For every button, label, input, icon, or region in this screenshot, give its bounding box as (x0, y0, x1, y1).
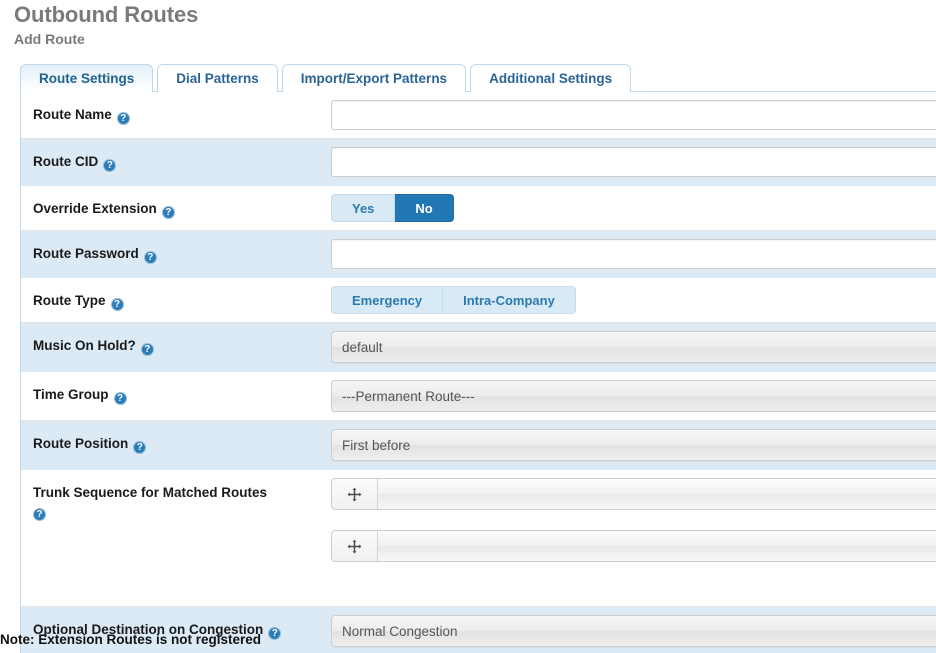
label-music-on-hold: Music On Hold?? (21, 323, 331, 366)
row-time-group: Time Group? ---Permanent Route--- (21, 372, 936, 421)
registration-note: Note: Extension Routes is not registered (0, 632, 262, 647)
trunk-sequence-select[interactable] (378, 479, 936, 509)
row-music-on-hold: Music On Hold?? default (21, 323, 936, 372)
label-text: Override Extension (33, 201, 157, 216)
tab-import-export-patterns[interactable]: Import/Export Patterns (281, 64, 467, 92)
label-route-password: Route Password? (21, 231, 331, 274)
label-route-type: Route Type? (21, 278, 331, 321)
label-text: Route CID (33, 154, 99, 169)
help-icon[interactable]: ? (110, 298, 124, 311)
route-name-input[interactable] (331, 100, 936, 130)
route-cid-input[interactable] (331, 147, 936, 177)
help-icon[interactable]: ? (161, 206, 175, 219)
help-icon[interactable]: ? (268, 627, 282, 640)
optional-destination-select[interactable]: Normal Congestion (331, 615, 936, 647)
label-text: Route Name (33, 107, 112, 122)
trunk-sequence-select[interactable] (378, 531, 936, 561)
tab-bar: Route Settings Dial Patterns Import/Expo… (20, 62, 936, 92)
help-icon[interactable]: ? (116, 112, 130, 125)
route-password-input[interactable] (331, 239, 936, 269)
time-group-select[interactable]: ---Permanent Route--- (331, 380, 936, 412)
control-route-name (331, 92, 936, 138)
page-subtitle: Add Route (14, 31, 85, 47)
tab-label: Dial Patterns (176, 71, 259, 86)
select-value: Normal Congestion (342, 623, 458, 639)
row-route-name: Route Name? (21, 92, 936, 139)
help-icon[interactable]: ? (133, 441, 147, 454)
music-on-hold-select[interactable]: default (331, 331, 936, 363)
route-type-emergency[interactable]: Emergency (331, 286, 444, 314)
label-text: Route Password (33, 246, 139, 261)
move-icon[interactable] (332, 479, 378, 509)
route-position-select[interactable]: First before (331, 429, 936, 461)
label-trunk-sequence: Trunk Sequence for Matched Routes ? (21, 470, 331, 531)
help-icon[interactable]: ? (143, 251, 157, 264)
control-override-extension: Yes No (331, 186, 936, 230)
trunk-sequence-row (331, 530, 936, 562)
tab-label: Import/Export Patterns (300, 71, 448, 86)
page-title: Outbound Routes (14, 2, 199, 27)
override-extension-toggle: Yes No (331, 194, 454, 222)
tab-additional-settings[interactable]: Additional Settings (470, 64, 632, 92)
control-time-group: ---Permanent Route--- (331, 372, 936, 420)
trunk-sequence-row (331, 478, 936, 510)
select-value: First before (342, 437, 411, 453)
label-text: Music On Hold? (33, 338, 136, 353)
control-optional-destination: Normal Congestion (331, 607, 936, 653)
route-type-intra-company[interactable]: Intra-Company (443, 286, 576, 314)
label-text: Time Group (33, 387, 109, 402)
help-icon[interactable]: ? (103, 159, 117, 172)
select-value: ---Permanent Route--- (342, 388, 475, 404)
select-value: default (342, 339, 383, 355)
label-text: Trunk Sequence for Matched Routes (33, 485, 268, 500)
control-route-type: Emergency Intra-Company (331, 278, 936, 322)
row-route-cid: Route CID? (21, 139, 936, 186)
control-music-on-hold: default (331, 323, 936, 371)
label-text: Route Type (33, 293, 106, 308)
help-icon[interactable]: ? (140, 343, 154, 356)
row-trunk-sequence: Trunk Sequence for Matched Routes ? (21, 470, 936, 607)
tab-label: Route Settings (39, 71, 135, 86)
tab-route-settings[interactable]: Route Settings (20, 64, 154, 92)
label-route-name: Route Name? (21, 92, 331, 135)
route-settings-panel: Route Name? Route CID? Override Extensio… (20, 91, 936, 653)
override-extension-no[interactable]: No (395, 194, 454, 222)
label-text: Route Position (33, 436, 129, 451)
outbound-routes-page: Outbound Routes Add Route Route Settings… (0, 0, 936, 653)
control-trunk-sequence (331, 470, 936, 590)
move-icon[interactable] (332, 531, 378, 561)
help-icon[interactable]: ? (33, 508, 46, 521)
label-route-position: Route Position? (21, 421, 331, 464)
control-route-password (331, 231, 936, 277)
tab-dial-patterns[interactable]: Dial Patterns (157, 64, 278, 92)
override-extension-yes[interactable]: Yes (331, 194, 396, 222)
help-icon[interactable]: ? (113, 392, 127, 405)
label-route-cid: Route CID? (21, 139, 331, 182)
route-type-toggle: Emergency Intra-Company (331, 286, 576, 314)
row-override-extension: Override Extension? Yes No (21, 186, 936, 231)
control-route-cid (331, 139, 936, 185)
row-route-type: Route Type? Emergency Intra-Company (21, 278, 936, 323)
label-override-extension: Override Extension? (21, 186, 331, 229)
control-route-position: First before (331, 421, 936, 469)
label-time-group: Time Group? (21, 372, 331, 415)
tab-label: Additional Settings (489, 71, 613, 86)
row-route-password: Route Password? (21, 231, 936, 278)
row-route-position: Route Position? First before (21, 421, 936, 470)
